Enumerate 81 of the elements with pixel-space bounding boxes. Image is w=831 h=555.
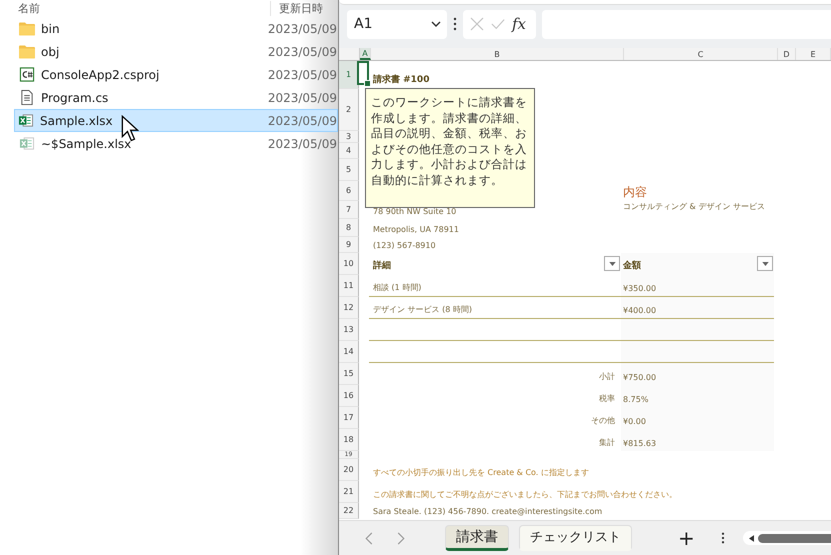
check-icon[interactable] bbox=[491, 17, 505, 31]
folder-icon bbox=[19, 44, 35, 59]
document-icon bbox=[19, 90, 35, 105]
file-row[interactable]: Sample.xlsx 2023/05/09 bbox=[14, 109, 338, 132]
more-icon[interactable] bbox=[720, 532, 725, 544]
cell-text: ¥750.00 bbox=[623, 373, 656, 382]
insert-function-button[interactable]: fx bbox=[512, 15, 526, 33]
filter-button[interactable] bbox=[757, 256, 773, 271]
cell-text: 8.75% bbox=[623, 395, 648, 404]
caret-icon bbox=[608, 262, 616, 266]
cell-text: 税率 bbox=[599, 393, 615, 404]
file-row[interactable]: ~$Sample.xlsx 2023/05/09 bbox=[0, 132, 338, 155]
file-row[interactable]: bin 2023/05/09 bbox=[0, 17, 338, 40]
cell-text: 相談 (1 時間) bbox=[373, 282, 422, 293]
file-row[interactable]: Program.cs 2023/05/09 bbox=[0, 86, 338, 109]
more-icon[interactable] bbox=[453, 17, 457, 31]
active-cell[interactable] bbox=[357, 61, 369, 85]
add-sheet-button[interactable]: + bbox=[672, 526, 701, 550]
cell-text: ¥815.63 bbox=[623, 439, 656, 448]
row-header[interactable]: 2 bbox=[346, 105, 352, 114]
cell-text: この請求書に関してご不明な点がございましたら、下記までお問い合わせください。 bbox=[373, 489, 677, 500]
cell-text: 内容 bbox=[623, 184, 647, 201]
cell-text: その他 bbox=[591, 415, 615, 426]
row-header[interactable]: 8 bbox=[346, 223, 352, 232]
modified-date: 2023/05/09 bbox=[268, 22, 337, 36]
sheet-tab[interactable]: チェックリスト bbox=[519, 525, 632, 551]
row-header[interactable]: 7 bbox=[346, 205, 352, 214]
column-header[interactable]: E bbox=[810, 50, 816, 58]
cell-text: 小計 bbox=[599, 371, 615, 382]
row-header[interactable]: 5 bbox=[346, 165, 352, 174]
cell-text: (123) 567-8910 bbox=[373, 241, 436, 250]
column-header[interactable]: B bbox=[494, 50, 500, 58]
file-row[interactable]: ConsoleApp2.csproj 2023/05/09 bbox=[0, 63, 338, 86]
horizontal-scrollbar[interactable] bbox=[742, 531, 831, 545]
cell-text: Sara Steale. (123) 456-7890. create@interestingsite.com bbox=[373, 507, 602, 516]
scroll-left-icon[interactable] bbox=[748, 534, 754, 542]
cell-text: ¥0.00 bbox=[623, 417, 646, 426]
file-name: bin bbox=[41, 22, 61, 36]
file-name: Sample.xlsx bbox=[40, 114, 114, 128]
column-header[interactable]: 更新日時 bbox=[270, 1, 323, 16]
cell-text: 請求書 #100 bbox=[373, 73, 430, 86]
cell-text: Metropolis, UA 78911 bbox=[373, 225, 459, 234]
row-header[interactable]: 6 bbox=[346, 186, 352, 195]
row-header[interactable]: 1 bbox=[346, 70, 352, 79]
cell-text: すべての小切手の振り出し先を Create & Co. に指定します bbox=[373, 467, 589, 478]
row-header[interactable]: 4 bbox=[346, 146, 352, 155]
modified-date: 2023/05/09 bbox=[268, 44, 337, 58]
modified-date: 2023/05/09 bbox=[268, 68, 337, 82]
modified-date: 2023/05/09 bbox=[268, 136, 337, 150]
cell-text: 詳細 bbox=[373, 259, 391, 272]
spreadsheet-icon bbox=[18, 113, 34, 128]
table-cell[interactable] bbox=[621, 319, 774, 341]
cell-text: 78 90th NW Suite 10 bbox=[373, 207, 456, 216]
cell-text: 集計 bbox=[599, 437, 615, 448]
cell-comment: このワークシートに請求書を作成します。請求書の詳細、品目の説明、金額、税率、およびその他任意のコストを入力します。小計および合計は自動的に計算されます。 bbox=[365, 88, 535, 208]
column-header[interactable]: D bbox=[783, 50, 790, 58]
file-name: ~$Sample.xlsx bbox=[41, 136, 132, 150]
table-cell[interactable] bbox=[621, 341, 774, 363]
filter-button[interactable] bbox=[604, 256, 620, 271]
file-row[interactable]: obj 2023/05/09 bbox=[0, 40, 338, 63]
spreadsheet-icon bbox=[19, 136, 35, 151]
file-name: Program.cs bbox=[41, 90, 110, 104]
folder-icon bbox=[19, 21, 35, 36]
modified-date: 2023/05/09 bbox=[268, 114, 337, 128]
name-box[interactable]: A1 bbox=[347, 10, 447, 38]
column-header[interactable]: C bbox=[698, 50, 704, 58]
cell-text: コンサルティング & デザイン サービス bbox=[623, 201, 765, 212]
cell-text: 金額 bbox=[623, 259, 641, 272]
modified-date: 2023/05/09 bbox=[268, 90, 337, 104]
chevron-left-icon[interactable] bbox=[365, 532, 373, 544]
row-header[interactable]: 9 bbox=[346, 240, 352, 249]
chevron-right-icon[interactable] bbox=[397, 532, 405, 544]
cell-text: ¥350.00 bbox=[623, 284, 656, 293]
column-header[interactable]: 名前 bbox=[18, 1, 270, 16]
cell-text: デザイン サービス (8 時間) bbox=[373, 304, 472, 315]
file-name: obj bbox=[41, 44, 60, 58]
caret-icon bbox=[762, 262, 768, 266]
cell-text: ¥400.00 bbox=[623, 306, 656, 315]
sheet-tab[interactable]: 請求書 bbox=[445, 525, 509, 551]
file-name: ConsoleApp2.csproj bbox=[41, 68, 160, 82]
project-file-icon bbox=[19, 67, 35, 82]
